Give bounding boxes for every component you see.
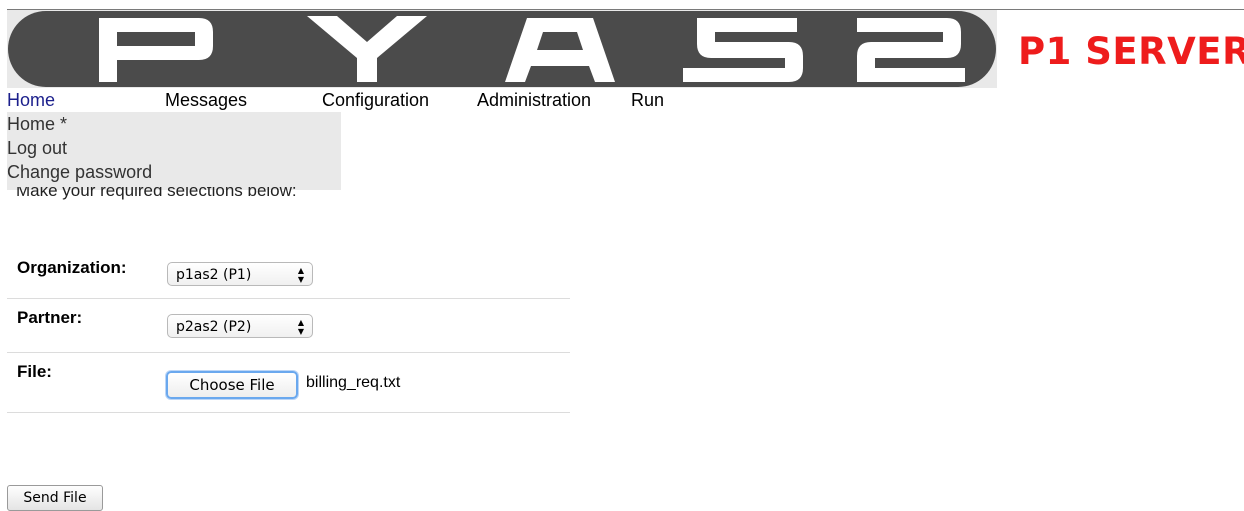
dropdown-item-logout[interactable]: Log out xyxy=(7,136,341,160)
organization-label: Organization: xyxy=(17,258,127,277)
select-arrows-icon: ▲ ▼ xyxy=(297,266,304,284)
partner-label: Partner: xyxy=(17,308,83,327)
partner-select[interactable]: p2as2 (P2) ▲ ▼ xyxy=(167,314,313,338)
organization-row: Organization: p1as2 (P1) ▲ ▼ xyxy=(7,244,570,299)
logo-banner xyxy=(7,10,997,88)
dropdown-item-home[interactable]: Home * xyxy=(7,112,341,136)
file-label: File: xyxy=(17,362,52,381)
menu-run[interactable]: Run xyxy=(631,90,664,111)
menu-administration[interactable]: Administration xyxy=(477,90,591,111)
organization-select-value: p1as2 (P1) xyxy=(176,267,252,283)
selected-file-name: billing_req.txt xyxy=(306,374,401,391)
organization-select[interactable]: p1as2 (P1) ▲ ▼ xyxy=(167,262,313,286)
server-title: P1 SERVER xyxy=(1018,30,1244,73)
pyas2-logo xyxy=(8,11,996,87)
select-arrows-icon: ▲ ▼ xyxy=(297,318,304,336)
menu-home[interactable]: Home xyxy=(7,90,55,111)
dropdown-item-change-password[interactable]: Change password xyxy=(7,160,341,184)
partner-row: Partner: p2as2 (P2) ▲ ▼ xyxy=(7,298,570,353)
menu-messages[interactable]: Messages xyxy=(165,90,247,111)
send-file-button[interactable]: Send File xyxy=(7,485,103,511)
partner-select-value: p2as2 (P2) xyxy=(176,319,252,335)
menu-configuration[interactable]: Configuration xyxy=(322,90,429,111)
choose-file-button[interactable]: Choose File xyxy=(166,371,298,399)
home-dropdown-menu: Home * Log out Change password xyxy=(7,112,341,190)
